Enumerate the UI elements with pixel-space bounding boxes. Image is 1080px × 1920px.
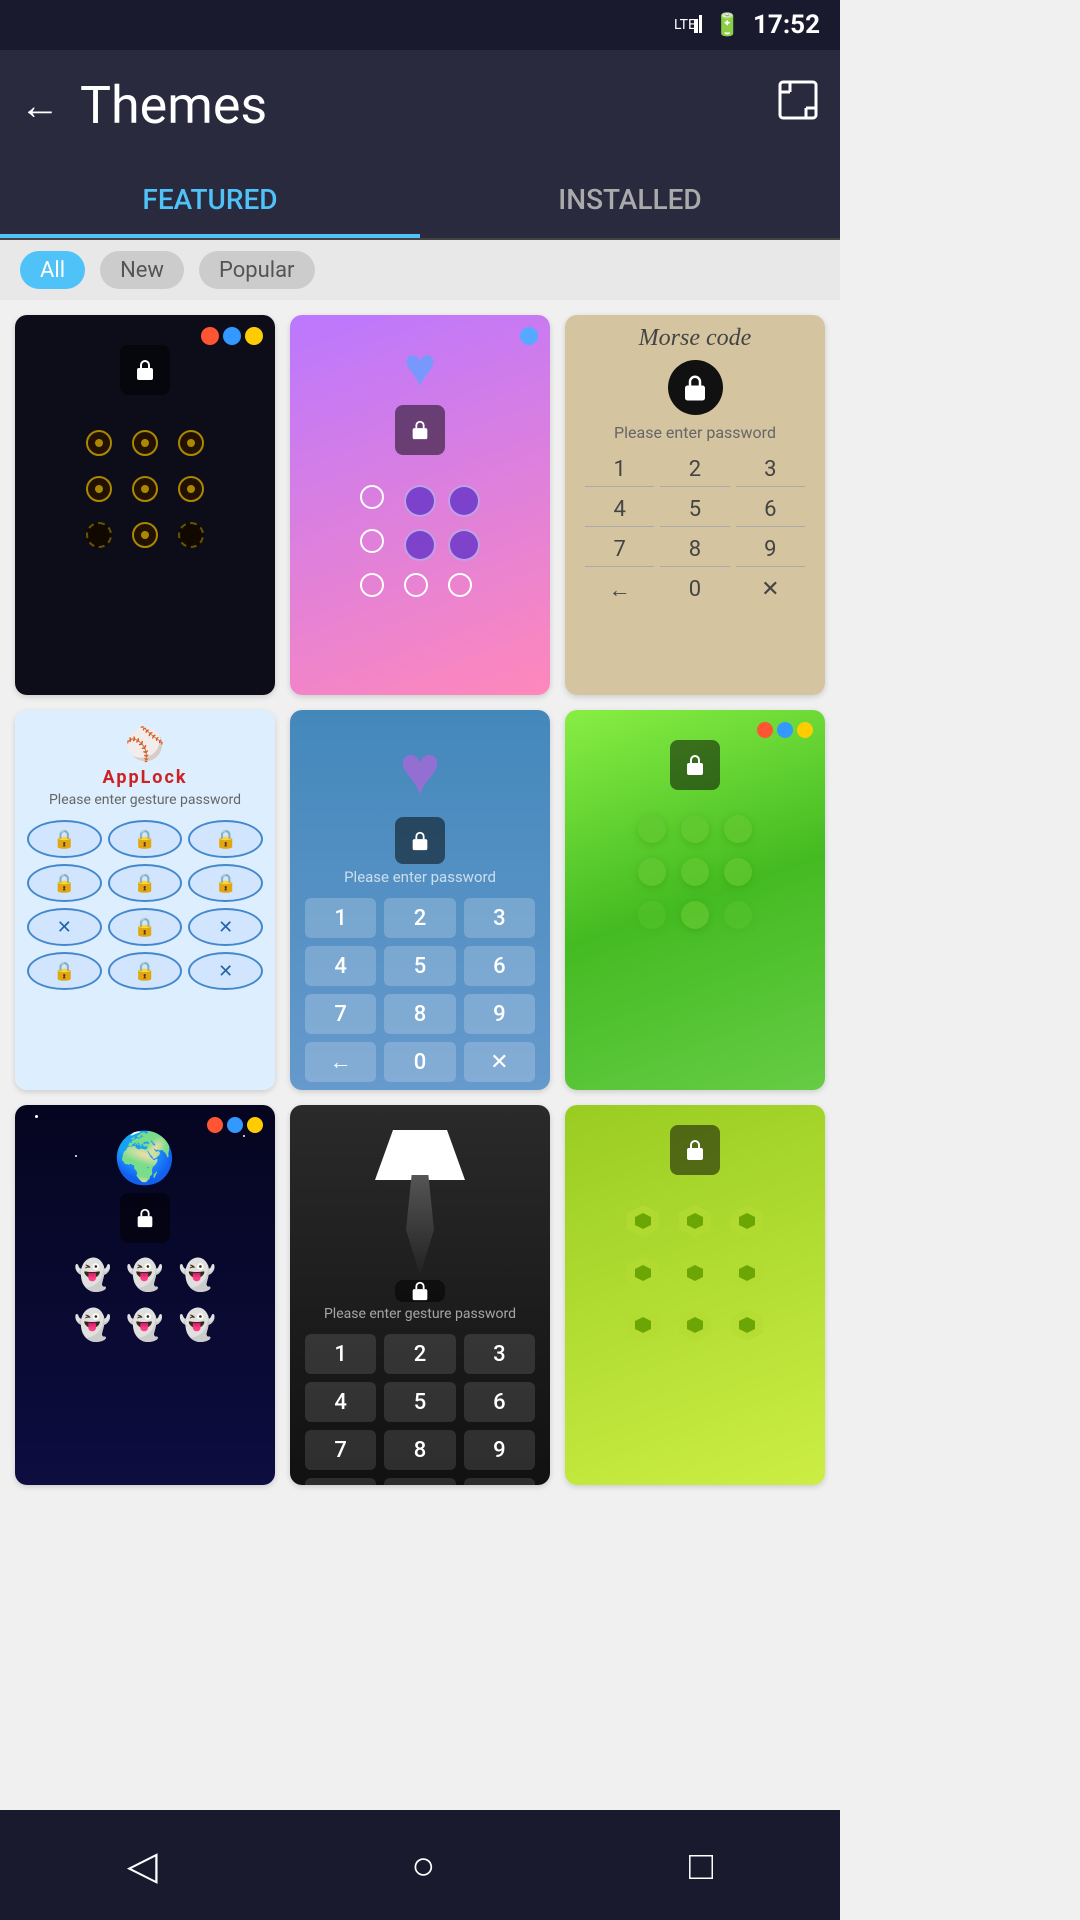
themes-grid: ♥ Morse code Please enter p: [0, 300, 840, 1500]
theme-card-2[interactable]: ♥: [290, 315, 550, 695]
time-display: 17:52: [753, 10, 820, 40]
theme-card-5[interactable]: ♥ Please enter password 123 456 789 ←0✕: [290, 710, 550, 1090]
crop-button[interactable]: [776, 78, 820, 132]
status-bar: LTE 🔋 17:52: [0, 0, 840, 50]
battery-icon: 🔋: [714, 13, 741, 38]
bottom-nav: ◁ ○ □: [0, 1810, 840, 1920]
theme-card-6[interactable]: [565, 710, 825, 1090]
svg-text:LTE: LTE: [674, 17, 696, 33]
theme-card-9[interactable]: [565, 1105, 825, 1485]
toolbar: ← Themes: [0, 50, 840, 160]
nav-home-button[interactable]: ○: [411, 1842, 435, 1889]
tab-installed[interactable]: INSTALLED: [420, 160, 840, 238]
tab-featured[interactable]: FEATURED: [0, 160, 420, 238]
nav-recents-button[interactable]: □: [689, 1842, 713, 1889]
filter-popular[interactable]: Popular: [199, 251, 315, 289]
theme-card-8[interactable]: Please enter gesture password 1 2 3 4 5 …: [290, 1105, 550, 1485]
filter-bar: All New Popular: [0, 240, 840, 300]
page-title: Themes: [80, 75, 756, 136]
theme-card-1[interactable]: [15, 315, 275, 695]
filter-new[interactable]: New: [100, 251, 184, 289]
back-button[interactable]: ←: [20, 82, 60, 129]
theme-card-7[interactable]: 🌍 👻 👻 👻 👻 👻 👻: [15, 1105, 275, 1485]
theme-card-4[interactable]: ⚾ AppLock Please enter gesture password …: [15, 710, 275, 1090]
tabs-bar: FEATURED INSTALLED: [0, 160, 840, 240]
filter-all[interactable]: All: [20, 251, 85, 289]
signal-icon: LTE: [674, 11, 702, 39]
nav-back-button[interactable]: ◁: [127, 1842, 158, 1889]
theme-card-3[interactable]: Morse code Please enter password 1 2 3 4…: [565, 315, 825, 695]
